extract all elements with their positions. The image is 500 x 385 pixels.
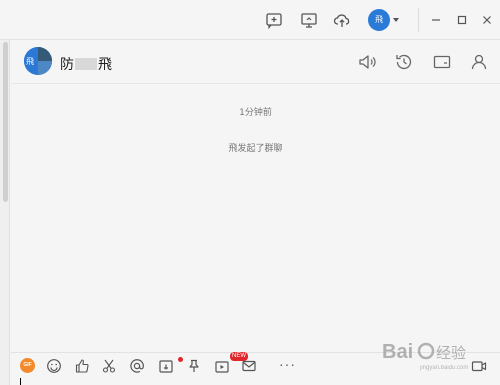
group-avatar[interactable]: 飛 [24, 47, 52, 75]
user-avatar[interactable]: 飛 [368, 9, 390, 31]
chevron-down-icon[interactable] [393, 18, 399, 22]
close-icon[interactable] [479, 12, 495, 28]
emoji-icon[interactable] [46, 358, 62, 374]
add-chat-icon[interactable] [265, 11, 283, 29]
scrollbar[interactable] [3, 42, 8, 202]
folder-icon[interactable] [432, 52, 452, 72]
blurred-text [75, 58, 97, 70]
pin-icon[interactable] [186, 358, 202, 374]
screen-share-icon[interactable] [300, 11, 318, 29]
share-screen-icon[interactable] [158, 358, 174, 374]
mail-icon[interactable] [241, 358, 257, 374]
message-timestamp: 1分钟前 [239, 108, 272, 118]
at-icon[interactable] [129, 358, 145, 374]
more-button[interactable]: ··· [279, 357, 296, 371]
chat-header: 飛 防飛 [11, 40, 500, 84]
divider [418, 8, 419, 32]
watermark-logo: Bai 经验 jingyan.baidu.com [382, 341, 468, 371]
cloud-upload-icon[interactable] [333, 11, 351, 29]
system-message: 飛发起了群聊 [228, 144, 283, 154]
left-strip [0, 40, 10, 385]
top-bar: 飛 [0, 0, 500, 40]
group-name[interactable]: 防飛 [60, 54, 112, 74]
gif-button[interactable]: GIF [20, 358, 35, 373]
group-avatar-text: 飛 [26, 57, 34, 66]
text-cursor [20, 378, 21, 385]
svg-text:jingyan.baidu.com: jingyan.baidu.com [419, 365, 468, 371]
group-name-right: 飛 [98, 57, 112, 73]
speaker-icon[interactable] [357, 52, 377, 72]
group-name-left: 防 [60, 57, 74, 73]
scissors-icon[interactable] [101, 358, 117, 374]
message-area: 1分钟前 飛发起了群聊 [11, 85, 500, 353]
members-icon[interactable] [469, 52, 489, 72]
thumbs-up-icon[interactable] [74, 358, 90, 374]
svg-text:经验: 经验 [436, 344, 466, 362]
video-icon[interactable] [214, 358, 230, 374]
message-input[interactable] [11, 378, 500, 385]
maximize-icon[interactable] [454, 12, 470, 28]
minimize-icon[interactable] [428, 12, 444, 28]
history-icon[interactable] [394, 52, 414, 72]
notification-dot [178, 357, 183, 362]
svg-text:Bai: Bai [382, 341, 413, 363]
